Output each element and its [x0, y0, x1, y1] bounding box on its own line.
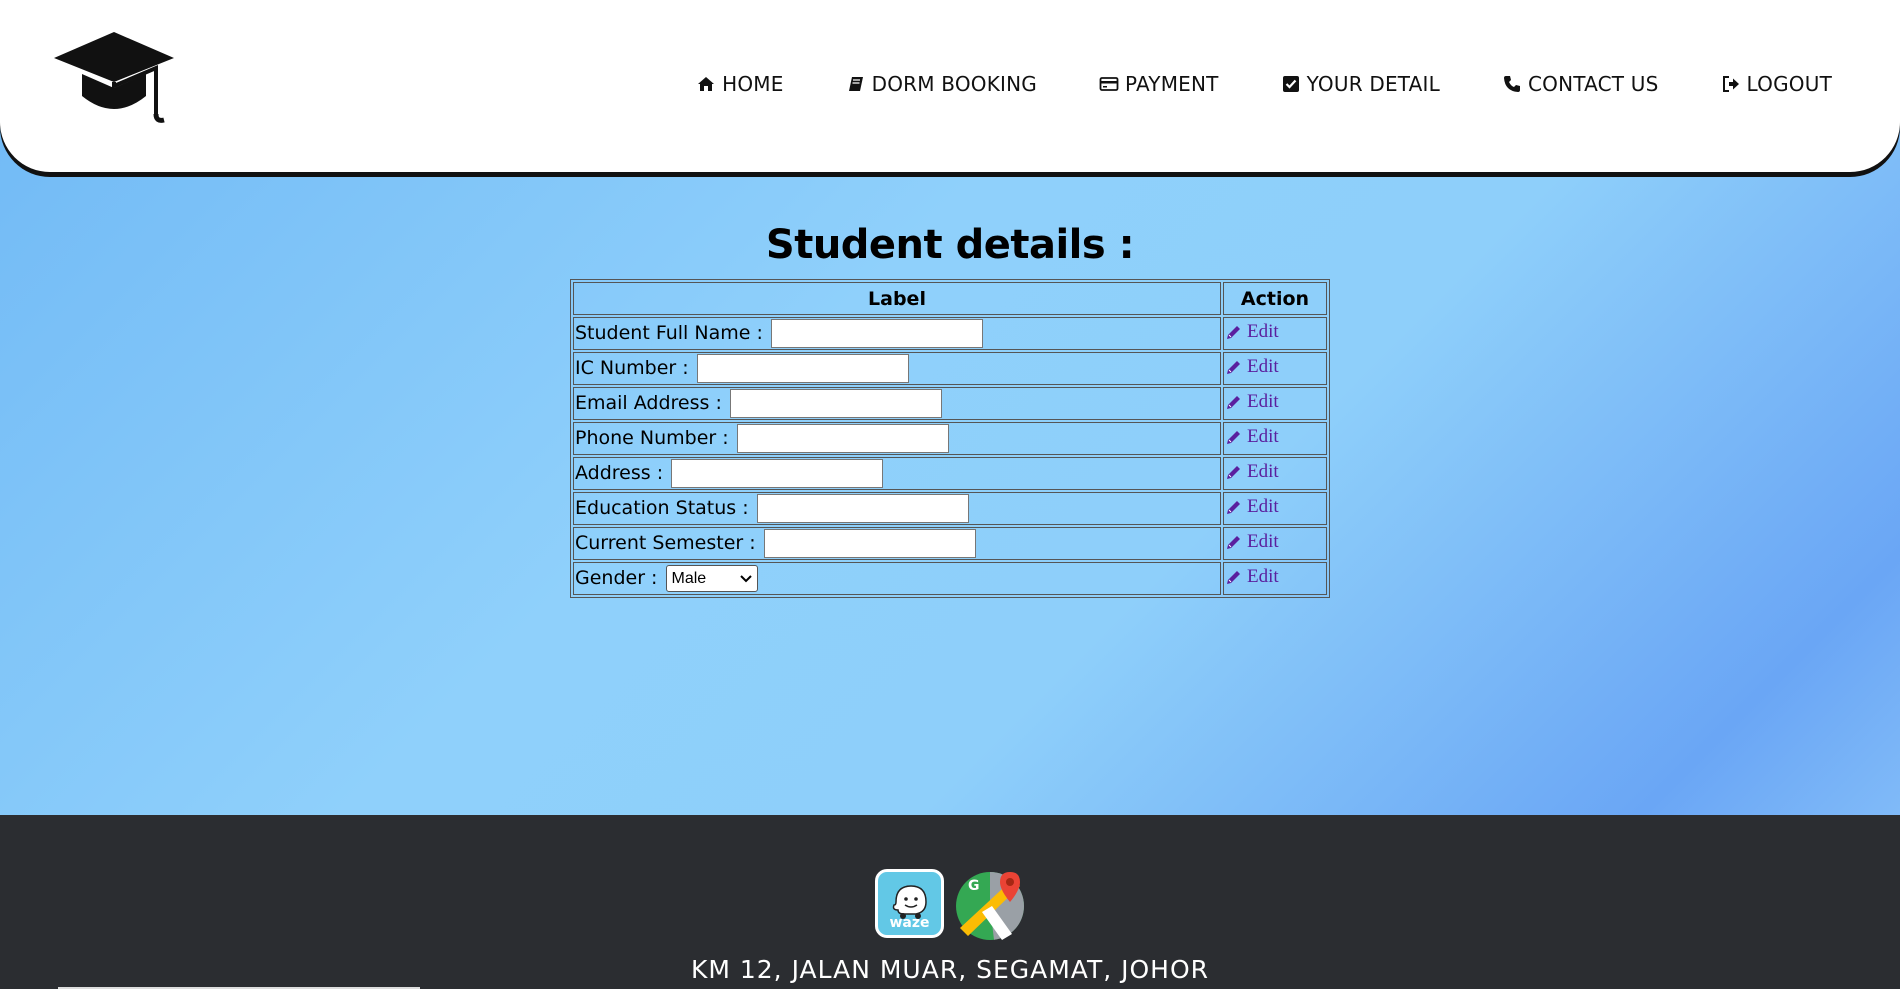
pencil-icon	[1227, 396, 1240, 409]
edit-link[interactable]: Edit	[1225, 426, 1279, 448]
gender-selected-value: Male	[671, 569, 707, 587]
home-icon	[698, 77, 715, 91]
nav-dorm-booking-label: DORM BOOKING	[871, 72, 1037, 96]
label-cell: Address :	[573, 457, 1221, 490]
edit-gender-link[interactable]: Edit	[1225, 566, 1279, 588]
table-row: Student Full Name : Edit	[573, 317, 1327, 350]
nav-home-label: HOME	[722, 72, 784, 96]
edit-label: Edit	[1247, 391, 1279, 412]
pencil-icon	[1227, 571, 1240, 584]
sign-out-icon	[1722, 76, 1739, 92]
field-label: IC Number :	[575, 357, 689, 379]
edit-label: Edit	[1247, 426, 1279, 447]
text-field[interactable]	[696, 354, 909, 383]
pencil-icon	[1227, 326, 1240, 339]
label-cell: Email Address :	[573, 387, 1221, 420]
action-cell: Edit	[1223, 422, 1327, 455]
field-label: Current Semester :	[575, 532, 756, 554]
label-cell: Student Full Name :	[573, 317, 1221, 350]
nav-payment[interactable]: PAYMENT	[1099, 72, 1219, 96]
action-cell: Edit	[1223, 492, 1327, 525]
nav-home[interactable]: HOME	[696, 72, 783, 96]
gender-action-cell: Edit	[1223, 562, 1327, 595]
credit-card-icon	[1099, 77, 1119, 91]
action-cell: Edit	[1223, 527, 1327, 560]
table-row: IC Number : Edit	[573, 352, 1327, 385]
footer-address: KM 12, JALAN MUAR, SEGAMAT, JOHOR	[690, 955, 1210, 984]
google-maps-icon[interactable]: G	[954, 868, 1027, 941]
edit-link[interactable]: Edit	[1225, 461, 1279, 483]
book-icon	[848, 77, 863, 91]
table-row: Education Status : Edit	[573, 492, 1327, 525]
field-label: Address :	[575, 462, 664, 484]
nav-contact-us[interactable]: CONTACT US	[1502, 72, 1659, 96]
field-label: Phone Number :	[575, 427, 729, 449]
action-cell: Edit	[1223, 317, 1327, 350]
field-label: Student Full Name :	[575, 322, 763, 344]
field-label: Education Status :	[575, 497, 749, 519]
column-header-action: Action	[1223, 282, 1327, 315]
edit-label: Edit	[1247, 566, 1279, 587]
gender-cell: Gender : Male	[573, 562, 1221, 595]
site-header: HOME DORM BOOKING PAYMENT YOUR DETAIL CO…	[0, 0, 1900, 172]
chevron-down-icon	[739, 574, 752, 582]
edit-label: Edit	[1247, 531, 1279, 552]
edit-link[interactable]: Edit	[1225, 391, 1279, 413]
nav-dorm-booking[interactable]: DORM BOOKING	[846, 72, 1037, 96]
text-field[interactable]	[671, 459, 884, 488]
label-cell: Current Semester :	[573, 527, 1221, 560]
label-cell: Phone Number :	[573, 422, 1221, 455]
table-header-row: Label Action	[573, 282, 1327, 315]
action-cell: Edit	[1223, 457, 1327, 490]
waze-icon[interactable]: waze	[875, 869, 944, 938]
edit-label: Edit	[1247, 461, 1279, 482]
page-title: Student details :	[765, 222, 1135, 268]
pencil-icon	[1227, 501, 1240, 514]
table-row-gender: Gender : Male Edit	[573, 562, 1327, 595]
text-field[interactable]	[763, 529, 976, 558]
text-field[interactable]	[736, 424, 949, 453]
waze-label: waze	[889, 915, 930, 931]
text-field[interactable]	[756, 494, 969, 523]
nav-your-detail[interactable]: YOUR DETAIL	[1281, 72, 1440, 96]
nav-your-detail-label: YOUR DETAIL	[1306, 72, 1440, 96]
nav-contact-us-label: CONTACT US	[1527, 72, 1659, 96]
nav-logout-label: LOGOUT	[1746, 72, 1832, 96]
label-cell: IC Number :	[573, 352, 1221, 385]
edit-link[interactable]: Edit	[1225, 321, 1279, 343]
table-row: Address : Edit	[573, 457, 1327, 490]
gender-label: Gender :	[575, 567, 658, 589]
edit-label: Edit	[1247, 321, 1279, 342]
table-row: Current Semester : Edit	[573, 527, 1327, 560]
main-nav: HOME DORM BOOKING PAYMENT YOUR DETAIL CO…	[696, 70, 1832, 98]
label-cell: Education Status :	[573, 492, 1221, 525]
gmaps-letter: G	[968, 878, 980, 894]
pencil-icon	[1227, 536, 1240, 549]
edit-label: Edit	[1247, 356, 1279, 377]
check-square-icon	[1282, 76, 1299, 92]
table-row: Phone Number : Edit	[573, 422, 1327, 455]
text-field[interactable]	[770, 319, 983, 348]
graduation-cap-icon[interactable]	[52, 30, 176, 126]
phone-icon	[1503, 76, 1520, 92]
pencil-icon	[1227, 466, 1240, 479]
nav-logout[interactable]: LOGOUT	[1721, 72, 1832, 96]
pencil-icon	[1227, 361, 1240, 374]
action-cell: Edit	[1223, 387, 1327, 420]
nav-payment-label: PAYMENT	[1124, 72, 1219, 96]
pencil-icon	[1227, 431, 1240, 444]
table-row: Email Address : Edit	[573, 387, 1327, 420]
edit-link[interactable]: Edit	[1225, 356, 1279, 378]
field-label: Email Address :	[575, 392, 722, 414]
student-details-table: Label Action Student Full Name : Edit IC …	[570, 279, 1330, 598]
text-field[interactable]	[729, 389, 942, 418]
action-cell: Edit	[1223, 352, 1327, 385]
edit-link[interactable]: Edit	[1225, 531, 1279, 553]
edit-label: Edit	[1247, 496, 1279, 517]
edit-link[interactable]: Edit	[1225, 496, 1279, 518]
site-footer: waze G KM 12, JALAN MUAR, SEGAMAT, JOHOR	[0, 815, 1900, 989]
column-header-label: Label	[573, 282, 1221, 315]
gender-select[interactable]: Male	[665, 565, 758, 592]
